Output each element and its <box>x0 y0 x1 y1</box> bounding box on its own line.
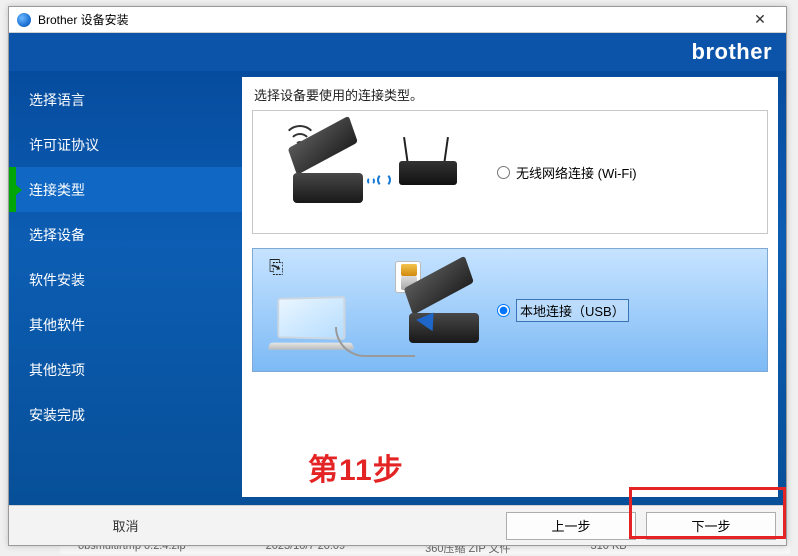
titlebar: Brother 设备安装 ✕ <box>9 7 786 33</box>
radio-usb[interactable] <box>497 304 510 317</box>
app-icon <box>17 13 31 27</box>
sidebar-item-install-complete[interactable]: 安装完成 <box>9 392 242 437</box>
sidebar-item-label: 软件安装 <box>29 270 85 290</box>
wifi-illustration <box>265 119 481 225</box>
sidebar-item-label: 选择设备 <box>29 225 85 245</box>
main-panel: 选择设备要使用的连接类型。 <box>242 77 778 497</box>
sidebar-item-language[interactable]: 选择语言 <box>9 77 242 122</box>
chevron-right-icon <box>16 185 22 195</box>
installer-window: Brother 设备安装 ✕ brother 选择语言 许可证协议 连接类型 选… <box>8 6 787 546</box>
sidebar-item-label: 连接类型 <box>29 180 85 200</box>
footer: 取消 上一步 下一步 <box>9 505 786 545</box>
option-wifi[interactable]: 无线网络连接 (Wi-Fi) <box>252 110 768 234</box>
sidebar-item-label: 选择语言 <box>29 90 85 110</box>
sidebar-item-connection-type[interactable]: 连接类型 <box>9 167 242 212</box>
radio-wifi[interactable] <box>497 166 510 179</box>
sidebar-item-label: 许可证协议 <box>29 135 99 155</box>
sidebar-item-label: 其他选项 <box>29 360 85 380</box>
option-usb-label: 本地连接（USB） <box>516 299 629 322</box>
next-button[interactable]: 下一步 <box>646 512 776 540</box>
usb-illustration: ⎘ <box>265 257 481 363</box>
usb-icon: ⎘ <box>269 257 283 278</box>
panel-heading: 选择设备要使用的连接类型。 <box>242 77 778 110</box>
close-button[interactable]: ✕ <box>740 9 780 31</box>
sidebar: 选择语言 许可证协议 连接类型 选择设备 软件安装 其他软件 其他选项 安 <box>9 71 242 505</box>
cancel-button[interactable]: 取消 <box>9 516 242 535</box>
sidebar-item-other-software[interactable]: 其他软件 <box>9 302 242 347</box>
sidebar-item-select-device[interactable]: 选择设备 <box>9 212 242 257</box>
brand-header: brother <box>9 33 786 71</box>
prev-button[interactable]: 上一步 <box>506 512 636 540</box>
sidebar-item-label: 其他软件 <box>29 315 85 335</box>
option-usb[interactable]: ⎘ <box>252 248 768 372</box>
cancel-label: 取消 <box>112 516 138 535</box>
brand-logo: brother <box>692 39 773 65</box>
sidebar-item-software-install[interactable]: 软件安装 <box>9 257 242 302</box>
option-wifi-label: 无线网络连接 (Wi-Fi) <box>516 163 637 182</box>
window-body: 选择语言 许可证协议 连接类型 选择设备 软件安装 其他软件 其他选项 安 <box>9 71 786 505</box>
window-title: Brother 设备安装 <box>38 11 740 28</box>
sidebar-item-label: 安装完成 <box>29 405 85 425</box>
close-icon: ✕ <box>754 11 766 28</box>
sidebar-item-other-options[interactable]: 其他选项 <box>9 347 242 392</box>
sidebar-item-license[interactable]: 许可证协议 <box>9 122 242 167</box>
